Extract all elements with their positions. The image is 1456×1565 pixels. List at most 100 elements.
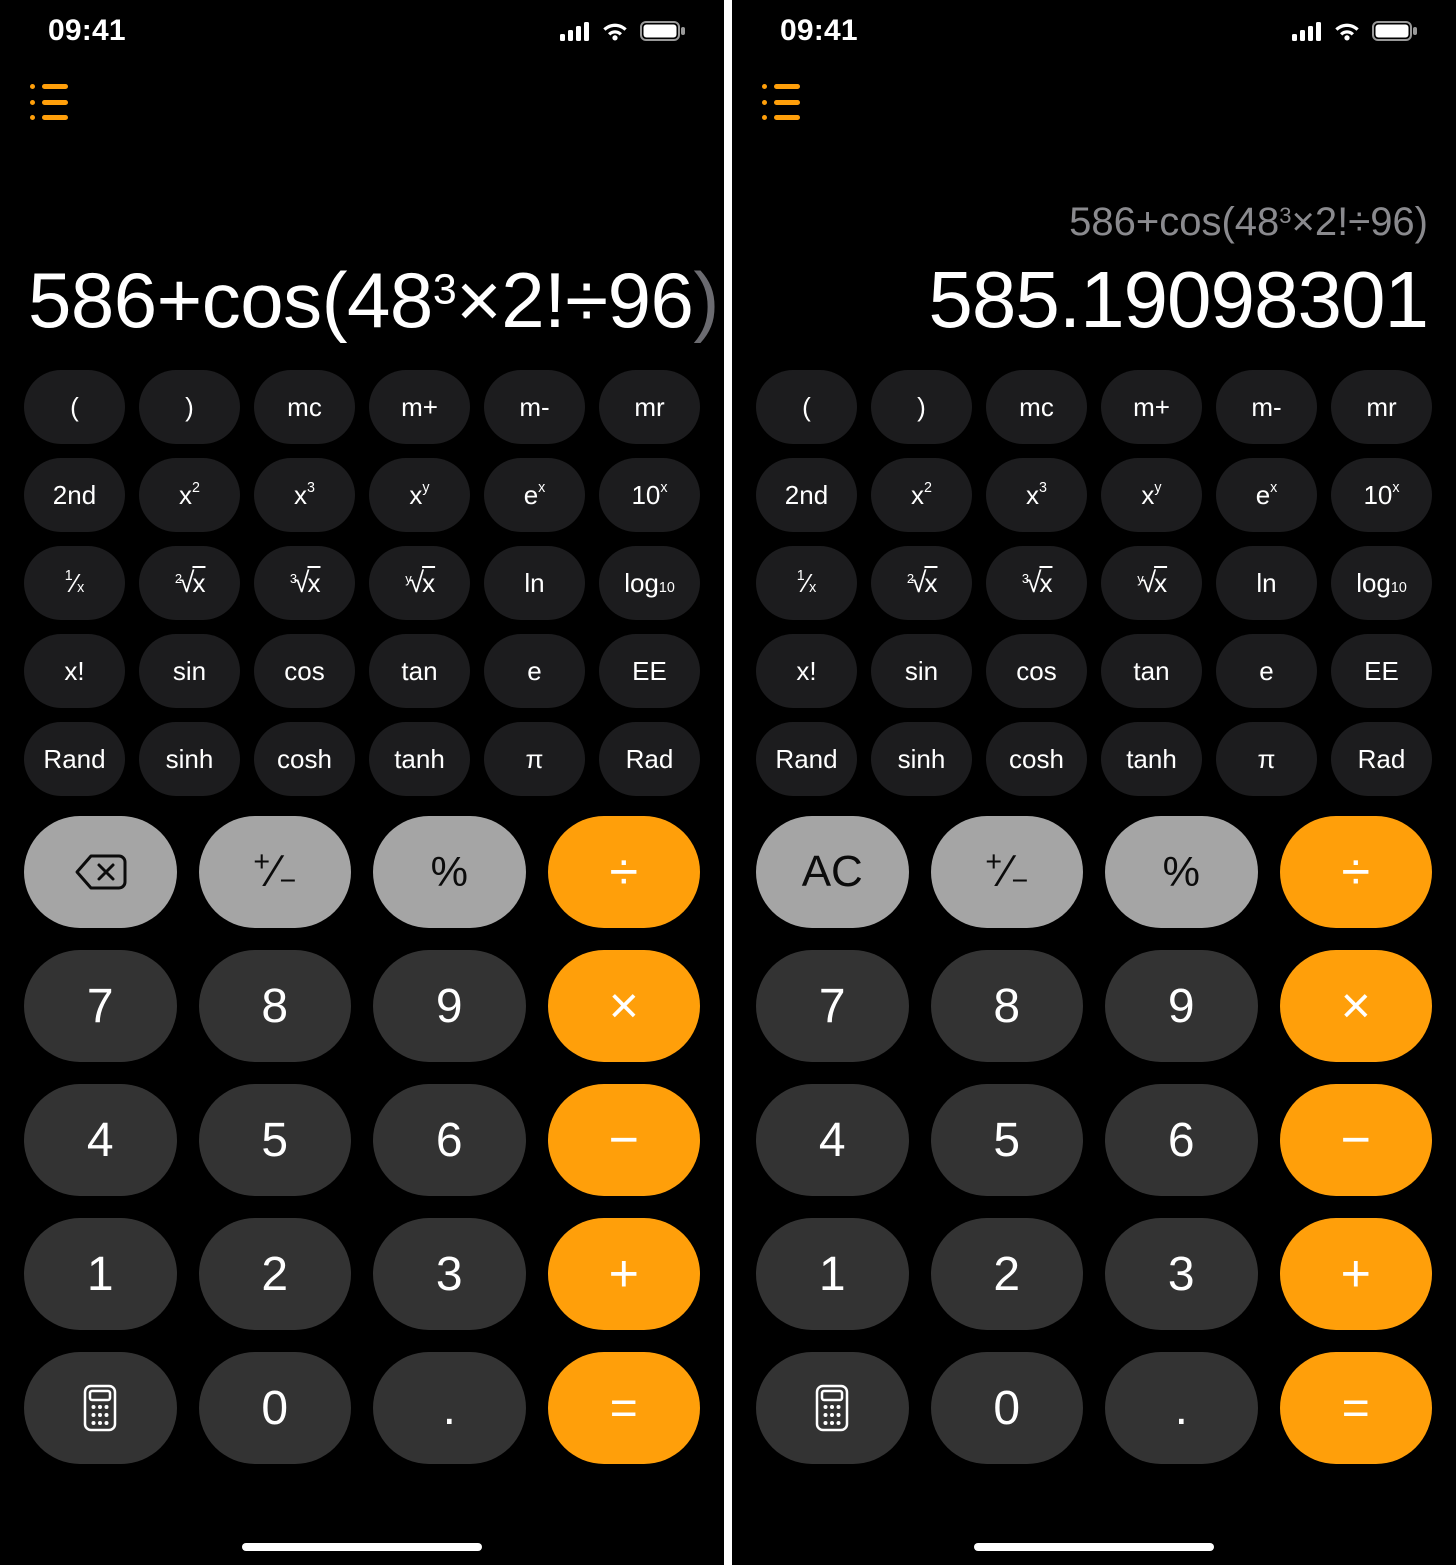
history-button[interactable] [30, 84, 70, 120]
history-button[interactable] [762, 84, 802, 120]
divide-button[interactable]: ÷ [548, 816, 701, 928]
pi-button[interactable]: π [1216, 722, 1317, 796]
calculator-mode-button[interactable] [756, 1352, 909, 1464]
minus-button[interactable]: − [1280, 1084, 1433, 1196]
x-to-y-button[interactable]: xy [369, 458, 470, 532]
display-result[interactable]: 585.19098301 [760, 254, 1428, 346]
multiply-button[interactable]: × [548, 950, 701, 1062]
ee-button[interactable]: EE [599, 634, 700, 708]
reciprocal-button[interactable]: 1⁄x [24, 546, 125, 620]
cosh-button[interactable]: cosh [254, 722, 355, 796]
ln-button[interactable]: ln [484, 546, 585, 620]
m-minus-button[interactable]: m- [484, 370, 585, 444]
calculator-mode-button[interactable] [24, 1352, 177, 1464]
digit-0-button[interactable]: 0 [931, 1352, 1084, 1464]
decimal-button[interactable]: . [1105, 1352, 1258, 1464]
m-minus-button[interactable]: m- [1216, 370, 1317, 444]
equals-button[interactable]: = [548, 1352, 701, 1464]
plus-button[interactable]: + [548, 1218, 701, 1330]
cos-button[interactable]: cos [254, 634, 355, 708]
percent-button[interactable]: % [1105, 816, 1258, 928]
decimal-button[interactable]: . [373, 1352, 526, 1464]
backspace-button[interactable] [24, 816, 177, 928]
x-cubed-button[interactable]: x3 [986, 458, 1087, 532]
cbrt-button[interactable]: 3√x [254, 546, 355, 620]
digit-7-button[interactable]: 7 [24, 950, 177, 1062]
second-button[interactable]: 2nd [756, 458, 857, 532]
multiply-button[interactable]: × [1280, 950, 1433, 1062]
mc-button[interactable]: mc [986, 370, 1087, 444]
x-cubed-button[interactable]: x3 [254, 458, 355, 532]
x-to-y-button[interactable]: xy [1101, 458, 1202, 532]
digit-8-button[interactable]: 8 [199, 950, 352, 1062]
digit-5-button[interactable]: 5 [199, 1084, 352, 1196]
divide-button[interactable]: ÷ [1280, 816, 1433, 928]
sqrt-button[interactable]: 2√x [871, 546, 972, 620]
display-expression[interactable]: 586+cos(483×2!÷96) [28, 255, 696, 346]
tanh-button[interactable]: tanh [369, 722, 470, 796]
second-button[interactable]: 2nd [24, 458, 125, 532]
cosh-button[interactable]: cosh [986, 722, 1087, 796]
e-to-x-button[interactable]: ex [484, 458, 585, 532]
mc-button[interactable]: mc [254, 370, 355, 444]
tan-button[interactable]: tan [369, 634, 470, 708]
digit-1-button[interactable]: 1 [24, 1218, 177, 1330]
factorial-button[interactable]: x! [24, 634, 125, 708]
percent-button[interactable]: % [373, 816, 526, 928]
ee-button[interactable]: EE [1331, 634, 1432, 708]
digit-3-button[interactable]: 3 [1105, 1218, 1258, 1330]
log10-button[interactable]: log10 [599, 546, 700, 620]
rad-button[interactable]: Rad [1331, 722, 1432, 796]
paren-close-button[interactable]: ) [139, 370, 240, 444]
plus-minus-button[interactable]: +⁄− [199, 816, 352, 928]
sin-button[interactable]: sin [139, 634, 240, 708]
digit-9-button[interactable]: 9 [1105, 950, 1258, 1062]
mr-button[interactable]: mr [1331, 370, 1432, 444]
tan-button[interactable]: tan [1101, 634, 1202, 708]
tanh-button[interactable]: tanh [1101, 722, 1202, 796]
digit-7-button[interactable]: 7 [756, 950, 909, 1062]
euler-button[interactable]: e [1216, 634, 1317, 708]
rad-button[interactable]: Rad [599, 722, 700, 796]
paren-open-button[interactable]: ( [24, 370, 125, 444]
x-squared-button[interactable]: x2 [139, 458, 240, 532]
sinh-button[interactable]: sinh [139, 722, 240, 796]
sqrt-button[interactable]: 2√x [139, 546, 240, 620]
paren-open-button[interactable]: ( [756, 370, 857, 444]
ten-to-x-button[interactable]: 10x [599, 458, 700, 532]
display-previous[interactable]: 586+cos(483×2!÷96) [760, 200, 1428, 248]
minus-button[interactable]: − [548, 1084, 701, 1196]
digit-1-button[interactable]: 1 [756, 1218, 909, 1330]
digit-6-button[interactable]: 6 [373, 1084, 526, 1196]
plus-minus-button[interactable]: +⁄− [931, 816, 1084, 928]
cos-button[interactable]: cos [986, 634, 1087, 708]
pi-button[interactable]: π [484, 722, 585, 796]
plus-button[interactable]: + [1280, 1218, 1433, 1330]
digit-4-button[interactable]: 4 [756, 1084, 909, 1196]
digit-6-button[interactable]: 6 [1105, 1084, 1258, 1196]
factorial-button[interactable]: x! [756, 634, 857, 708]
digit-4-button[interactable]: 4 [24, 1084, 177, 1196]
digit-5-button[interactable]: 5 [931, 1084, 1084, 1196]
digit-0-button[interactable]: 0 [199, 1352, 352, 1464]
paren-close-button[interactable]: ) [871, 370, 972, 444]
cbrt-button[interactable]: 3√x [986, 546, 1087, 620]
log10-button[interactable]: log10 [1331, 546, 1432, 620]
digit-2-button[interactable]: 2 [931, 1218, 1084, 1330]
reciprocal-button[interactable]: 1⁄x [756, 546, 857, 620]
nthroot-button[interactable]: y√x [1101, 546, 1202, 620]
ten-to-x-button[interactable]: 10x [1331, 458, 1432, 532]
m-plus-button[interactable]: m+ [1101, 370, 1202, 444]
e-to-x-button[interactable]: ex [1216, 458, 1317, 532]
rand-button[interactable]: Rand [24, 722, 125, 796]
digit-9-button[interactable]: 9 [373, 950, 526, 1062]
digit-3-button[interactable]: 3 [373, 1218, 526, 1330]
home-indicator[interactable] [242, 1543, 482, 1551]
sinh-button[interactable]: sinh [871, 722, 972, 796]
sin-button[interactable]: sin [871, 634, 972, 708]
home-indicator[interactable] [974, 1543, 1214, 1551]
m-plus-button[interactable]: m+ [369, 370, 470, 444]
digit-8-button[interactable]: 8 [931, 950, 1084, 1062]
ln-button[interactable]: ln [1216, 546, 1317, 620]
x-squared-button[interactable]: x2 [871, 458, 972, 532]
